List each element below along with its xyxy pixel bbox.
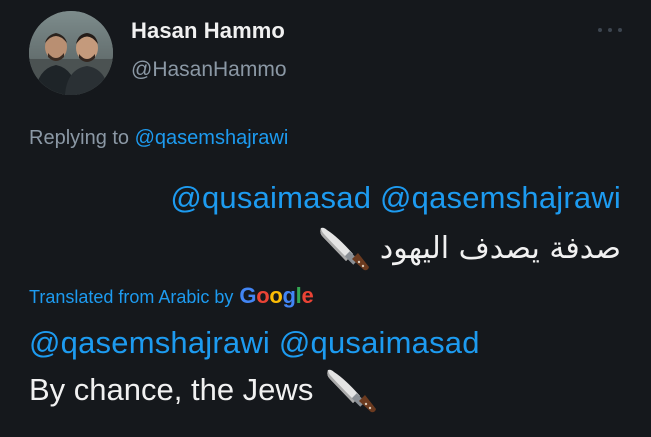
arabic-text: صدفة يصدف اليهود [379, 230, 621, 266]
mention-link[interactable]: @qasemshajrawi [29, 325, 270, 360]
translated-label: Translated from Arabic by [29, 287, 234, 307]
google-logo-letter: g [282, 283, 296, 308]
google-logo-letter: G [239, 283, 257, 308]
kitchen-knife-icon [318, 225, 370, 271]
english-text: By chance, the Jews [29, 372, 314, 407]
avatar-photo [29, 11, 113, 95]
display-name[interactable]: Hasan Hammo [131, 18, 285, 44]
google-logo: Google [239, 283, 313, 309]
mention-link[interactable]: @qusaimasad [279, 325, 480, 360]
mention-link[interactable]: @qusaimasad [170, 180, 371, 215]
avatar[interactable] [29, 11, 113, 95]
replying-to-label: Replying to [29, 127, 135, 149]
tweet-card: Hasan Hammo @HasanHammo Replying to @qas… [0, 0, 651, 437]
more-options-icon[interactable] [596, 22, 626, 38]
translated-tweet-text: By chance, the Jews [29, 366, 377, 414]
original-tweet-text: صدفة يصدف اليهود [318, 225, 621, 271]
mention-link[interactable]: @qasemshajrawi [380, 180, 621, 215]
google-logo-letter: e [301, 283, 314, 308]
google-logo-letter: o [256, 283, 270, 308]
kitchen-knife-icon [325, 367, 377, 413]
user-handle[interactable]: @HasanHammo [131, 58, 287, 82]
google-logo-letter: o [269, 283, 283, 308]
translated-mentions: @qasemshajrawi @qusaimasad [29, 325, 480, 361]
replying-to-line: Replying to @qasemshajrawi [29, 127, 288, 150]
translated-by-google[interactable]: Translated from Arabic by Google [29, 283, 314, 309]
replying-to-mention[interactable]: @qasemshajrawi [135, 127, 289, 149]
original-mentions: @qusaimasad @qasemshajrawi [170, 180, 621, 216]
